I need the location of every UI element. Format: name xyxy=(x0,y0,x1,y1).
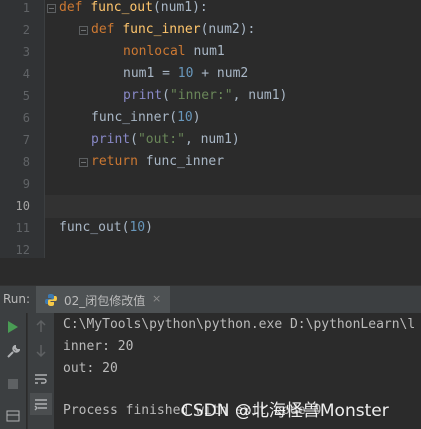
line-number: 5 xyxy=(22,89,30,103)
soft-wrap-icon[interactable] xyxy=(32,370,50,388)
run-config-tab[interactable]: 02_闭包修改值 × xyxy=(36,286,170,313)
line-number: 12 xyxy=(15,243,30,257)
function-name: func_out xyxy=(90,0,153,15)
code-line-1[interactable]: def func_out(num1): xyxy=(59,0,208,15)
number-literal: 10 xyxy=(129,220,146,235)
line-number: 9 xyxy=(22,177,30,191)
line-number: 3 xyxy=(22,45,30,59)
python-icon xyxy=(45,294,57,306)
builtin-name: print xyxy=(91,132,131,147)
arrow-up-icon[interactable] xyxy=(32,317,50,335)
code-text: + num2 xyxy=(193,66,249,81)
arrow-down-icon[interactable] xyxy=(32,342,50,360)
code-text: func_inner xyxy=(137,154,225,169)
code-line-6[interactable]: func_inner(10) xyxy=(91,110,201,125)
code-text: num1 xyxy=(185,44,225,59)
code-editor[interactable]: 1 2 3 4 5 6 7 8 9 10 11 12 def func_out(… xyxy=(0,0,421,258)
console-line: C:\MyTools\python\python.exe D:\pythonLe… xyxy=(63,317,416,332)
line-number-current: 10 xyxy=(15,199,30,213)
code-text: ( xyxy=(130,132,138,147)
code-line-8[interactable]: return func_inner xyxy=(91,154,224,169)
scroll-to-end-icon[interactable] xyxy=(30,393,52,415)
console-line: inner: 20 xyxy=(63,339,134,354)
code-line-3[interactable]: nonlocal num1 xyxy=(123,44,225,59)
code-line-2[interactable]: def func_inner(num2): xyxy=(91,22,255,37)
stop-icon[interactable] xyxy=(4,375,22,393)
code-text: func_inner( xyxy=(91,110,178,125)
watermark: CSDN @北海怪兽Monster xyxy=(181,401,389,421)
rerun-icon[interactable] xyxy=(4,318,22,336)
line-number: 4 xyxy=(22,67,30,81)
code-text: ) xyxy=(192,110,201,125)
gutter-separator xyxy=(44,0,45,258)
keyword: return xyxy=(91,154,138,169)
string-literal: "inner:" xyxy=(169,88,233,103)
code-text: , num1) xyxy=(184,132,240,147)
code-text: , num1) xyxy=(232,88,288,103)
layout-icon[interactable] xyxy=(4,407,22,425)
code-line-11[interactable]: func_out(10) xyxy=(59,220,153,235)
code-text: (num2): xyxy=(200,22,256,37)
line-number: 1 xyxy=(22,1,30,15)
current-line-highlight xyxy=(45,195,421,218)
line-number-gutter: 1 2 3 4 5 6 7 8 9 10 11 12 xyxy=(0,0,44,258)
run-toolbar-left xyxy=(0,313,26,429)
run-tab-label: 02_闭包修改值 xyxy=(64,294,146,308)
run-tool-window-header: Run: 02_闭包修改值 × xyxy=(0,285,421,314)
code-line-4[interactable]: num1 = 10 + num2 xyxy=(123,66,248,81)
keyword: def xyxy=(59,0,83,15)
code-text: ( xyxy=(162,88,170,103)
number-literal: 10 xyxy=(177,110,193,125)
code-line-7[interactable]: print("out:", num1) xyxy=(91,132,240,147)
wrench-icon[interactable] xyxy=(4,343,22,361)
code-text: num1 = xyxy=(123,66,178,81)
keyword: nonlocal xyxy=(123,44,186,59)
fold-icon[interactable] xyxy=(79,158,88,167)
builtin-name: print xyxy=(123,88,163,103)
line-number: 2 xyxy=(22,23,30,37)
line-number: 11 xyxy=(15,221,30,235)
string-literal: "out:" xyxy=(137,132,185,147)
line-number: 8 xyxy=(22,155,30,169)
function-name: func_inner xyxy=(122,22,201,37)
keyword: def xyxy=(91,22,115,37)
code-text: ) xyxy=(145,220,153,235)
line-number: 6 xyxy=(22,111,30,125)
run-toolbar-right xyxy=(27,313,54,429)
code-line-5[interactable]: print("inner:", num1) xyxy=(123,88,287,103)
line-number: 7 xyxy=(22,133,30,147)
close-icon[interactable]: × xyxy=(152,292,161,305)
fold-icon[interactable] xyxy=(79,26,88,35)
fold-icon[interactable] xyxy=(47,4,56,13)
code-text: (num1): xyxy=(152,0,208,15)
run-label: Run: xyxy=(3,292,31,306)
code-text: func_out( xyxy=(59,220,130,235)
console-line: out: 20 xyxy=(63,361,118,376)
number-literal: 10 xyxy=(177,66,194,81)
